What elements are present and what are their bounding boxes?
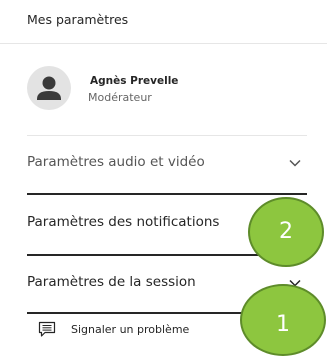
chevron-down-icon[interactable]: [289, 159, 301, 167]
callout-number: 1: [276, 312, 290, 337]
user-profile: Agnès Prevelle Modérateur: [27, 66, 307, 112]
report-problem-label: Signaler un problème: [71, 323, 190, 336]
user-role: Modérateur: [88, 91, 152, 104]
callout-badge-2: 2: [248, 197, 324, 267]
panel-title: Mes paramètres: [27, 12, 129, 27]
comment-report-icon: [38, 321, 56, 337]
divider: [27, 193, 307, 195]
section-notifications-label: Paramètres des notifications: [27, 214, 220, 230]
user-avatar-icon: [27, 66, 71, 110]
callout-badge-1: 1: [240, 284, 326, 356]
callout-number: 2: [279, 219, 293, 244]
divider: [27, 135, 307, 136]
panel-header: Mes paramètres: [0, 0, 327, 44]
section-audio-video-label: Paramètres audio et vidéo: [27, 154, 205, 170]
section-session-label: Paramètres de la session: [27, 274, 196, 290]
user-name: Agnès Prevelle: [90, 75, 179, 87]
